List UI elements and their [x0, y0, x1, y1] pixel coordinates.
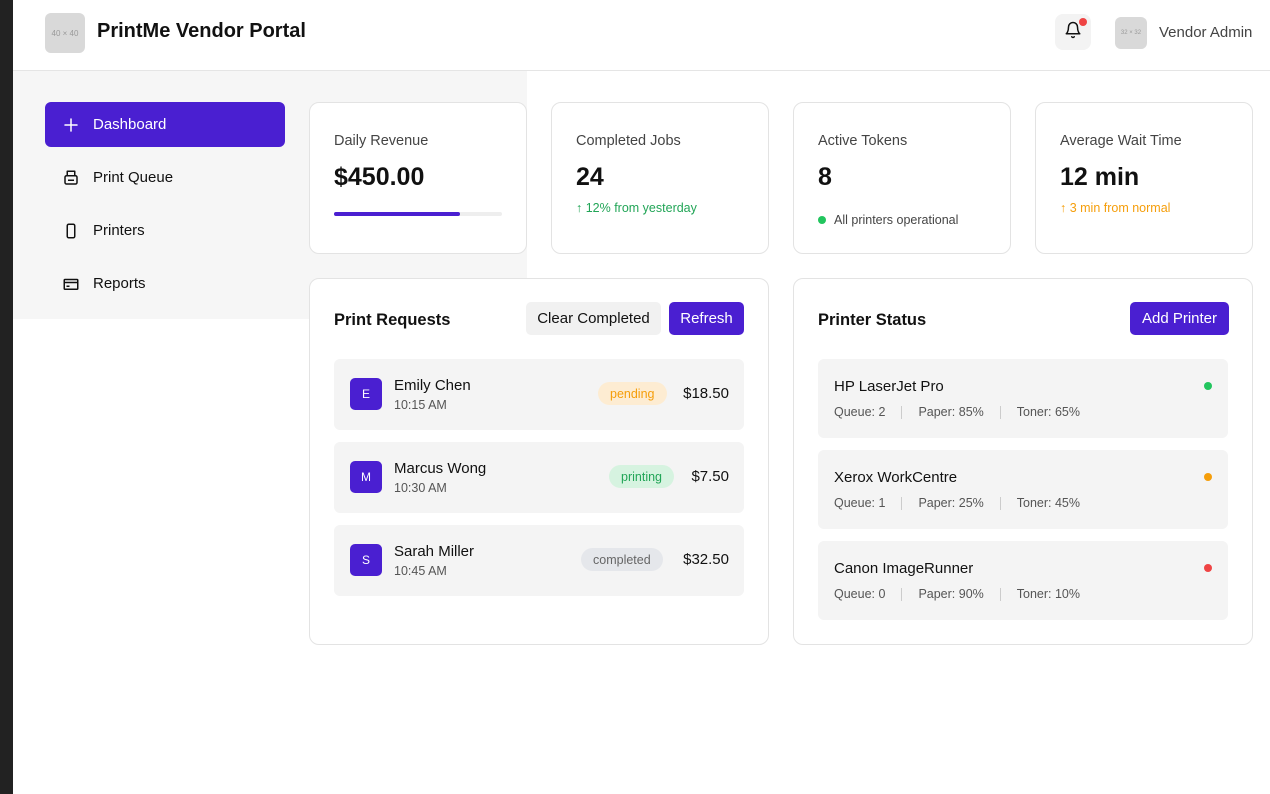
printer-toner: Toner: 45% [1016, 496, 1080, 510]
notifications-button[interactable] [1055, 14, 1091, 50]
sidebar-item-label: Dashboard [93, 116, 167, 133]
printer-meta: Queue: 0 Paper: 90% Toner: 10% [834, 587, 1080, 601]
requester-name: Emily Chen [394, 377, 471, 394]
add-printer-button[interactable]: Add Printer [1130, 302, 1229, 335]
meta-divider [901, 496, 903, 510]
stat-label: Daily Revenue [334, 133, 429, 149]
user-avatar[interactable]: 32 × 32 [1115, 17, 1147, 49]
printer-name: Xerox WorkCentre [834, 469, 958, 486]
sidebar-item-label: Reports [93, 275, 146, 292]
clear-completed-button[interactable]: Clear Completed [526, 302, 661, 335]
printer-toner: Toner: 65% [1016, 405, 1080, 419]
request-row[interactable]: E Emily Chen 10:15 AM pending $18.50 [334, 359, 744, 430]
sidebar-item-dashboard[interactable]: Dashboard [45, 102, 285, 147]
status-dot [818, 216, 826, 224]
request-time: 10:15 AM [394, 398, 447, 412]
revenue-progress-fill [334, 212, 460, 216]
revenue-progress-bar [334, 212, 502, 216]
printer-meta: Queue: 1 Paper: 25% Toner: 45% [834, 496, 1080, 510]
request-amount: $18.50 [683, 385, 729, 402]
request-time: 10:30 AM [394, 481, 447, 495]
requester-name: Marcus Wong [394, 460, 487, 477]
meta-divider [999, 405, 1001, 419]
request-time: 10:45 AM [394, 564, 447, 578]
print-requests-panel: Print Requests Clear Completed Refresh E… [309, 278, 769, 645]
sidebar-item-printers[interactable]: Printers [45, 208, 285, 253]
stat-value: 8 [818, 163, 832, 191]
printer-status-dot [1204, 473, 1212, 481]
stat-trend-note: ↑ 12% from yesterday [576, 201, 697, 215]
stat-card-daily-revenue: Daily Revenue $450.00 [309, 102, 527, 254]
sidebar-item-reports[interactable]: Reports [45, 261, 285, 306]
requester-avatar: E [350, 378, 382, 410]
stat-trend-note: ↑ 3 min from normal [1060, 201, 1171, 215]
status-badge: completed [581, 548, 663, 571]
stat-card-average-wait: Average Wait Time 12 min ↑ 3 min from no… [1035, 102, 1253, 254]
refresh-button[interactable]: Refresh [669, 302, 744, 335]
printer-row[interactable]: Canon ImageRunner Queue: 0 Paper: 90% To… [818, 541, 1228, 620]
printer-status-dot [1204, 564, 1212, 572]
app-root: 40 × 40 PrintMe Vendor Portal 32 × 32 Ve… [13, 0, 1270, 794]
panel-title: Print Requests [334, 311, 451, 329]
printer-name: Canon ImageRunner [834, 560, 974, 577]
window-left-edge [0, 0, 13, 794]
stat-label: Completed Jobs [576, 133, 681, 149]
status-text: All printers operational [834, 213, 959, 227]
stat-value: 24 [576, 163, 604, 191]
meta-divider [999, 587, 1001, 601]
request-amount: $32.50 [683, 551, 729, 568]
stat-label: Active Tokens [818, 133, 908, 149]
panel-title: Printer Status [818, 311, 927, 329]
requester-avatar: S [350, 544, 382, 576]
request-row[interactable]: M Marcus Wong 10:30 AM printing $7.50 [334, 442, 744, 513]
sidebar-item-print-queue[interactable]: Print Queue [45, 155, 285, 200]
printer-queue: Queue: 0 [834, 587, 886, 601]
printer-meta: Queue: 2 Paper: 85% Toner: 65% [834, 405, 1080, 419]
printer-status-dot [1204, 382, 1212, 390]
card-icon [61, 274, 81, 294]
device-icon [61, 221, 81, 241]
requester-name: Sarah Miller [394, 543, 475, 560]
stat-label: Average Wait Time [1060, 133, 1182, 149]
stat-card-completed-jobs: Completed Jobs 24 ↑ 12% from yesterday [551, 102, 769, 254]
meta-divider [901, 405, 903, 419]
meta-divider [999, 496, 1001, 510]
printer-status-panel: Printer Status Add Printer HP LaserJet P… [793, 278, 1253, 645]
top-header: 40 × 40 PrintMe Vendor Portal 32 × 32 Ve… [13, 0, 1270, 71]
user-name[interactable]: Vendor Admin [1159, 24, 1252, 41]
app-title: PrintMe Vendor Portal [97, 20, 306, 42]
status-badge: pending [598, 382, 667, 405]
sidebar-item-label: Printers [93, 222, 145, 239]
request-row[interactable]: S Sarah Miller 10:45 AM completed $32.50 [334, 525, 744, 596]
printer-paper: Paper: 85% [918, 405, 984, 419]
request-amount: $7.50 [691, 468, 729, 485]
sidebar-item-label: Print Queue [93, 169, 174, 186]
requester-avatar: M [350, 461, 382, 493]
printer-paper: Paper: 90% [918, 587, 984, 601]
meta-divider [901, 587, 903, 601]
printers-operational-status: All printers operational [818, 213, 958, 227]
printer-toner: Toner: 10% [1016, 587, 1080, 601]
logo-placeholder: 40 × 40 [45, 13, 85, 53]
printer-row[interactable]: HP LaserJet Pro Queue: 2 Paper: 85% Tone… [818, 359, 1228, 438]
stat-card-active-tokens: Active Tokens 8 All printers operational [793, 102, 1011, 254]
printer-icon [61, 168, 81, 188]
status-badge: printing [609, 465, 674, 488]
printer-queue: Queue: 2 [834, 405, 886, 419]
printer-queue: Queue: 1 [834, 496, 886, 510]
plus-icon [61, 115, 81, 135]
printer-name: HP LaserJet Pro [834, 378, 944, 395]
stat-value: $450.00 [334, 163, 425, 191]
printer-row[interactable]: Xerox WorkCentre Queue: 1 Paper: 25% Ton… [818, 450, 1228, 529]
stat-value: 12 min [1060, 163, 1140, 191]
notification-dot [1079, 18, 1087, 26]
printer-paper: Paper: 25% [918, 496, 984, 510]
